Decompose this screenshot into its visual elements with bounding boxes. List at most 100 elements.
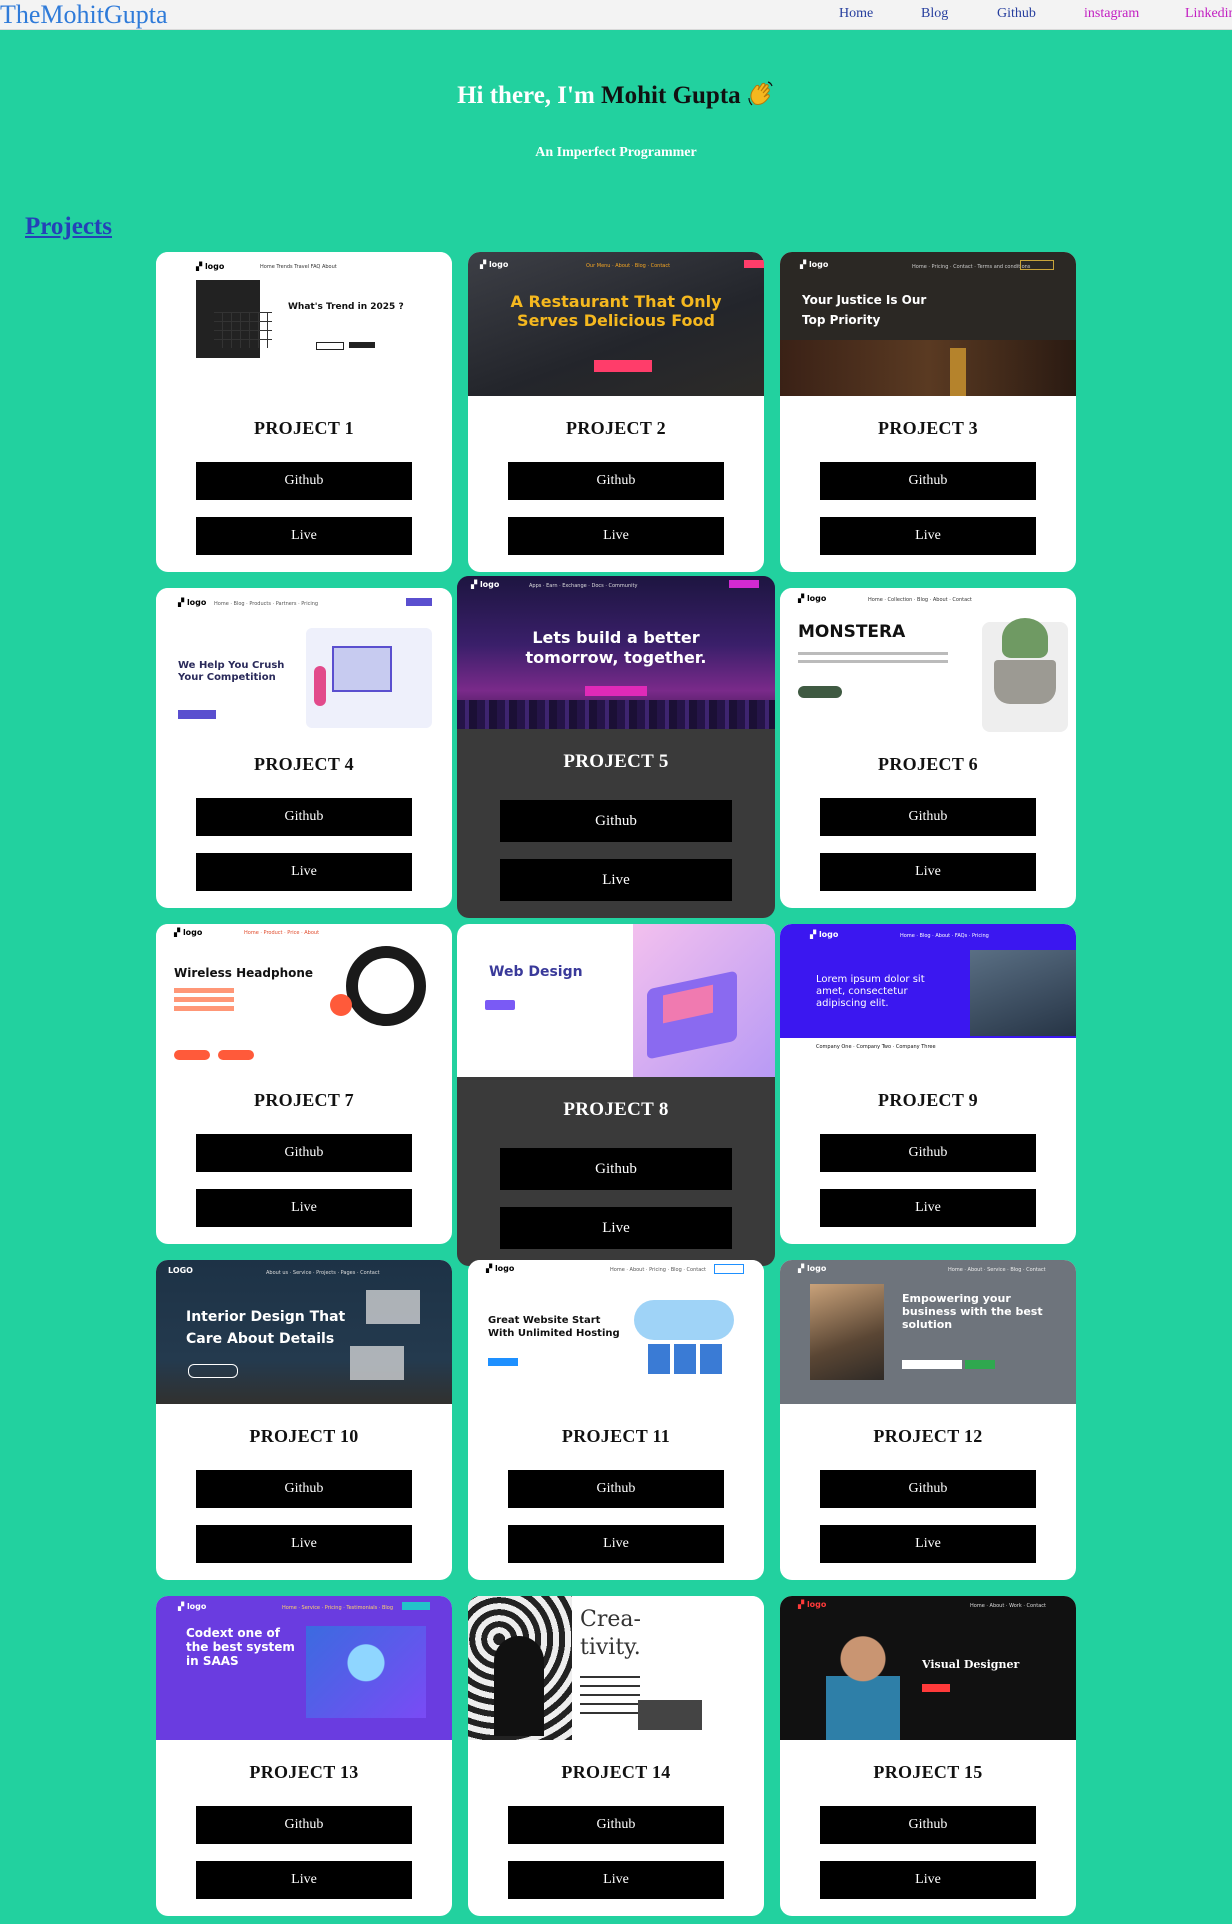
project-card-2: ▞ logo Our Menu · About · Blog · Contact…: [468, 252, 764, 572]
project-thumbnail: Crea- tivity.: [468, 1596, 764, 1740]
project-card-11: ▞ logo Home · About · Pricing · Blog · C…: [468, 1260, 764, 1580]
project-thumbnail: ▞ logo Home · Product · Price · About Wi…: [156, 924, 452, 1068]
project-card-7: ▞ logo Home · Product · Price · About Wi…: [156, 924, 452, 1244]
project-thumbnail: LOGO About us · Service · Projects · Pag…: [156, 1260, 452, 1404]
project-card-13: ▞ logo Home · Service · Pricing · Testim…: [156, 1596, 452, 1916]
github-button[interactable]: Github: [820, 1806, 1036, 1844]
thumbnail-headline: Great Website Start With Unlimited Hosti…: [488, 1315, 620, 1339]
project-title: PROJECT 6: [878, 754, 978, 774]
project-thumbnail: ▞ logo Home · Blog · Products · Partners…: [156, 588, 452, 732]
github-button[interactable]: Github: [508, 462, 724, 500]
thumbnail-headline: Lorem ipsum dolor sit amet, consectetur …: [816, 974, 925, 1009]
github-button[interactable]: Github: [196, 1134, 412, 1172]
project-card-10: LOGO About us · Service · Projects · Pag…: [156, 1260, 452, 1580]
project-thumbnail: ▞ logo Home · Collection · Blog · About …: [780, 588, 1076, 732]
top-navbar: TheMohitGupta Home Blog Github instagram…: [0, 0, 1232, 30]
thumbnail-headline: Visual Designer: [922, 1658, 1020, 1671]
project-thumbnail: Web Design: [457, 924, 775, 1077]
github-button[interactable]: Github: [508, 1470, 724, 1508]
github-button[interactable]: Github: [196, 1806, 412, 1844]
project-title: PROJECT 5: [563, 751, 669, 772]
project-title: PROJECT 11: [561, 1426, 671, 1446]
thumbnail-headline: MONSTERA: [798, 622, 906, 642]
live-button[interactable]: Live: [820, 517, 1036, 555]
projects-section-title[interactable]: Projects: [25, 213, 112, 241]
project-thumbnail: ▞ logo Home · Pricing · Contact · Terms …: [780, 252, 1076, 396]
project-card-4: ▞ logo Home · Blog · Products · Partners…: [156, 588, 452, 908]
hero-greeting: Hi there, I'm: [457, 82, 595, 109]
project-title: PROJECT 14: [561, 1762, 671, 1782]
thumbnail-headline: Lets build a better tomorrow, together.: [525, 628, 707, 667]
project-thumbnail: ▞ logo Home · Service · Pricing · Testim…: [156, 1596, 452, 1740]
project-card-5: ▞ logo Apps · Earn · Exchange · Docs · C…: [457, 576, 775, 918]
project-title: PROJECT 1: [254, 418, 354, 438]
nav-link-home[interactable]: Home: [839, 0, 873, 28]
project-card-9: ▞ logo Home · Blog · About · FAQs · Pric…: [780, 924, 1076, 1244]
live-button[interactable]: Live: [500, 1207, 732, 1249]
live-button[interactable]: Live: [500, 859, 732, 901]
github-button[interactable]: Github: [196, 462, 412, 500]
github-button[interactable]: Github: [820, 1134, 1036, 1172]
live-button[interactable]: Live: [508, 1525, 724, 1563]
hero-title: Hi there, I'm Mohit Gupta: [0, 80, 1232, 110]
github-button[interactable]: Github: [820, 1470, 1036, 1508]
thumbnail-headline: Web Design: [489, 964, 583, 980]
project-card-14: Crea- tivity. PROJECT 14 Github Live: [468, 1596, 764, 1916]
nav-link-github[interactable]: Github: [997, 0, 1036, 28]
github-button[interactable]: Github: [820, 798, 1036, 836]
thumbnail-headline: Crea- tivity.: [580, 1607, 641, 1660]
live-button[interactable]: Live: [820, 1525, 1036, 1563]
waving-hand-icon: [748, 81, 773, 106]
thumbnail-headline: What's Trend in 2025 ?: [288, 302, 404, 312]
live-button[interactable]: Live: [196, 853, 412, 891]
project-thumbnail: ▞ logo Home · Blog · About · FAQs · Pric…: [780, 924, 1076, 1068]
github-button[interactable]: Github: [196, 1470, 412, 1508]
nav-link-blog[interactable]: Blog: [921, 0, 948, 28]
project-thumbnail: ▞ logo Home · About · Work · Contact Vis…: [780, 1596, 1076, 1740]
project-title: PROJECT 15: [873, 1762, 983, 1782]
nav-link-linkedin[interactable]: Linkedin: [1185, 0, 1232, 28]
live-button[interactable]: Live: [820, 853, 1036, 891]
project-title: PROJECT 9: [878, 1090, 978, 1110]
project-title: PROJECT 13: [249, 1762, 359, 1782]
hero-subtitle: An Imperfect Programmer: [535, 145, 697, 160]
project-title: PROJECT 4: [254, 754, 354, 774]
github-button[interactable]: Github: [196, 798, 412, 836]
project-title: PROJECT 2: [566, 418, 666, 438]
live-button[interactable]: Live: [196, 517, 412, 555]
thumbnail-headline: Wireless Headphone: [174, 966, 314, 980]
project-title: PROJECT 8: [563, 1099, 669, 1120]
live-button[interactable]: Live: [508, 517, 724, 555]
project-thumbnail: ▞ logo Home · About · Service · Blog · C…: [780, 1260, 1076, 1404]
project-card-15: ▞ logo Home · About · Work · Contact Vis…: [780, 1596, 1076, 1916]
github-button[interactable]: Github: [500, 1148, 732, 1190]
brand-logo-link[interactable]: TheMohitGupta: [0, 0, 168, 29]
thumbnail-headline: A Restaurant That Only Serves Delicious …: [510, 292, 722, 330]
github-button[interactable]: Github: [820, 462, 1036, 500]
thumbnail-headline: Codext one of the best system in SAAS: [186, 1626, 295, 1668]
live-button[interactable]: Live: [196, 1861, 412, 1899]
nav-link-instagram[interactable]: instagram: [1084, 0, 1139, 28]
thumbnail-headline: Interior Design That Care About Details: [186, 1309, 346, 1347]
project-title: PROJECT 12: [873, 1426, 983, 1446]
project-thumbnail: ▞ logo Apps · Earn · Exchange · Docs · C…: [457, 576, 775, 729]
live-button[interactable]: Live: [820, 1861, 1036, 1899]
project-title: PROJECT 3: [878, 418, 978, 438]
project-title: PROJECT 10: [249, 1426, 359, 1446]
github-button[interactable]: Github: [508, 1806, 724, 1844]
project-card-1: ▞ logo Home Trends Travel FAQ About What…: [156, 252, 452, 572]
thumbnail-headline: Your Justice Is Our Top Priority: [802, 293, 927, 327]
project-thumbnail: ▞ logo Our Menu · About · Blog · Contact…: [468, 252, 764, 396]
thumbnail-headline: We Help You Crush Your Competition: [178, 660, 285, 683]
live-button[interactable]: Live: [196, 1525, 412, 1563]
live-button[interactable]: Live: [820, 1189, 1036, 1227]
project-thumbnail: ▞ logo Home · About · Pricing · Blog · C…: [468, 1260, 764, 1404]
project-thumbnail: ▞ logo Home Trends Travel FAQ About What…: [156, 252, 452, 396]
live-button[interactable]: Live: [196, 1189, 412, 1227]
project-card-6: ▞ logo Home · Collection · Blog · About …: [780, 588, 1076, 908]
project-title: PROJECT 7: [254, 1090, 354, 1110]
github-button[interactable]: Github: [500, 800, 732, 842]
project-card-3: ▞ logo Home · Pricing · Contact · Terms …: [780, 252, 1076, 572]
project-card-8: Web Design PROJECT 8 Github Live: [457, 924, 775, 1266]
live-button[interactable]: Live: [508, 1861, 724, 1899]
